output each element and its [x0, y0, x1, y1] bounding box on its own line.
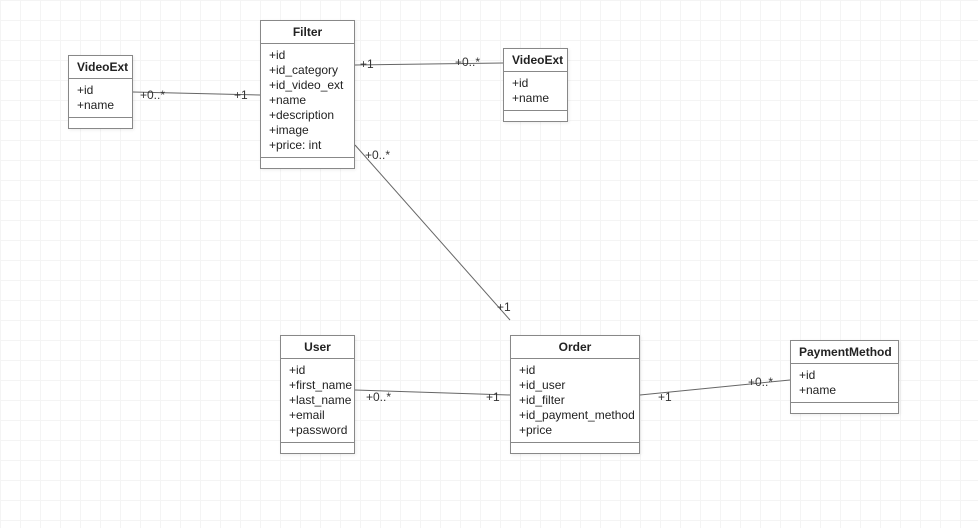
class-filter[interactable]: Filter +id +id_category +id_video_ext +n…	[260, 20, 355, 169]
class-title: VideoExt	[504, 49, 567, 72]
class-operations	[69, 118, 132, 128]
class-attribute: +name	[77, 98, 124, 113]
multiplicity-label: +0..*	[140, 88, 165, 102]
class-attributes: +id +name	[504, 72, 567, 111]
class-attribute: +id_category	[269, 63, 346, 78]
class-title: VideoExt	[69, 56, 132, 79]
class-title: Order	[511, 336, 639, 359]
class-attribute: +id	[799, 368, 890, 383]
multiplicity-label: +1	[360, 57, 374, 71]
class-attribute: +id	[512, 76, 559, 91]
class-attribute: +price	[519, 423, 631, 438]
class-operations	[504, 111, 567, 121]
class-attributes: +id +id_category +id_video_ext +name +de…	[261, 44, 354, 158]
class-attribute: +id	[269, 48, 346, 63]
class-operations	[511, 443, 639, 453]
class-operations	[261, 158, 354, 168]
class-order[interactable]: Order +id +id_user +id_filter +id_paymen…	[510, 335, 640, 454]
class-attributes: +id +name	[69, 79, 132, 118]
class-attribute: +name	[512, 91, 559, 106]
class-attribute: +id_filter	[519, 393, 631, 408]
class-attributes: +id +first_name +last_name +email +passw…	[281, 359, 354, 443]
class-attribute: +email	[289, 408, 346, 423]
class-user[interactable]: User +id +first_name +last_name +email +…	[280, 335, 355, 454]
class-attribute: +last_name	[289, 393, 346, 408]
class-attribute: +image	[269, 123, 346, 138]
class-title: User	[281, 336, 354, 359]
class-attribute: +first_name	[289, 378, 346, 393]
class-title: Filter	[261, 21, 354, 44]
class-attribute: +description	[269, 108, 346, 123]
class-payment-method[interactable]: PaymentMethod +id +name	[790, 340, 899, 414]
class-attribute: +name	[269, 93, 346, 108]
class-title: PaymentMethod	[791, 341, 898, 364]
multiplicity-label: +0..*	[365, 148, 390, 162]
multiplicity-label: +1	[658, 390, 672, 404]
class-attribute: +id	[519, 363, 631, 378]
multiplicity-label: +1	[234, 88, 248, 102]
class-attribute: +id_user	[519, 378, 631, 393]
multiplicity-label: +0..*	[455, 55, 480, 69]
class-attribute: +id_video_ext	[269, 78, 346, 93]
class-attribute: +id	[289, 363, 346, 378]
multiplicity-label: +1	[486, 390, 500, 404]
class-attributes: +id +id_user +id_filter +id_payment_meth…	[511, 359, 639, 443]
class-attribute: +id_payment_method	[519, 408, 631, 423]
class-operations	[281, 443, 354, 453]
class-attribute: +price: int	[269, 138, 346, 153]
class-attribute: +name	[799, 383, 890, 398]
class-video-ext-left[interactable]: VideoExt +id +name	[68, 55, 133, 129]
connection-lines	[0, 0, 978, 528]
multiplicity-label: +0..*	[748, 375, 773, 389]
class-video-ext-right[interactable]: VideoExt +id +name	[503, 48, 568, 122]
class-operations	[791, 403, 898, 413]
multiplicity-label: +0..*	[366, 390, 391, 404]
class-attributes: +id +name	[791, 364, 898, 403]
multiplicity-label: +1	[497, 300, 511, 314]
class-attribute: +id	[77, 83, 124, 98]
class-attribute: +password	[289, 423, 346, 438]
